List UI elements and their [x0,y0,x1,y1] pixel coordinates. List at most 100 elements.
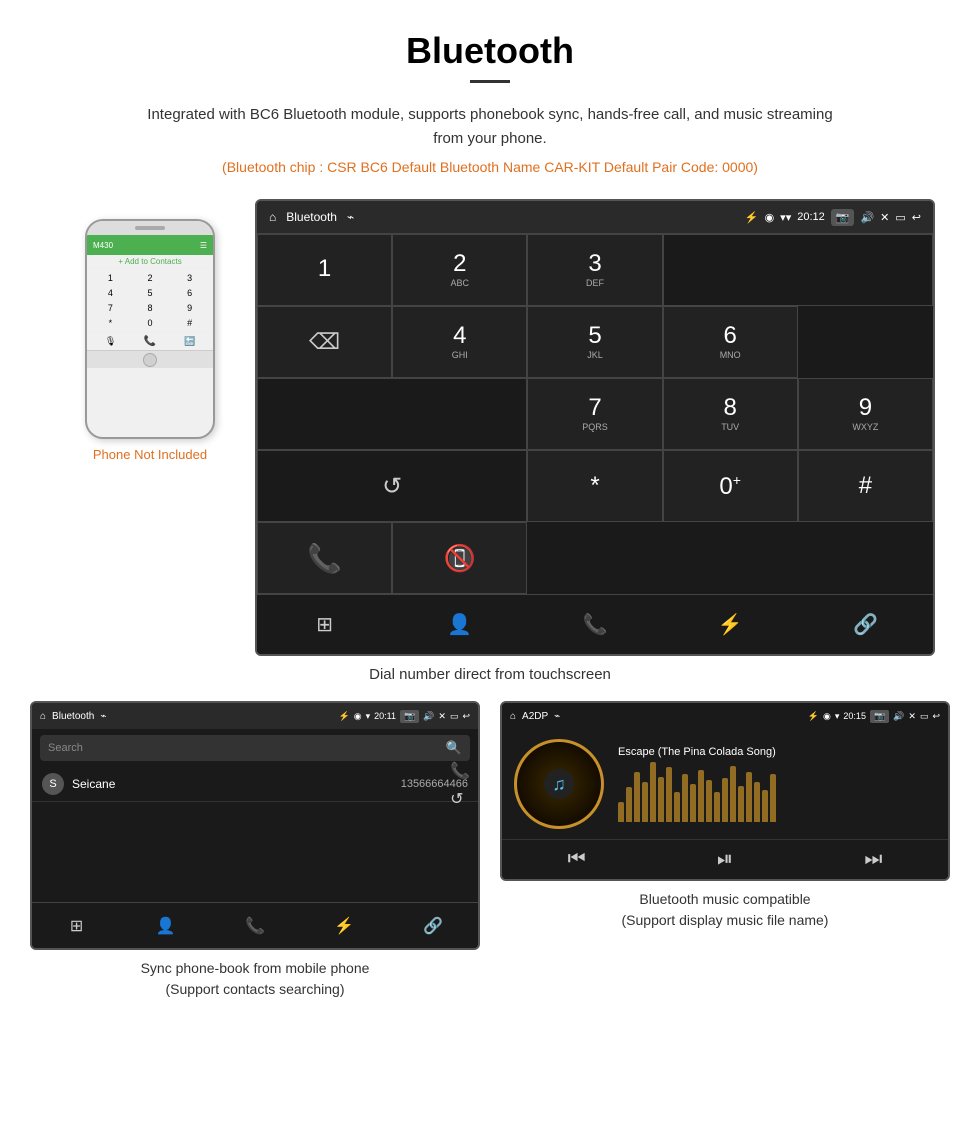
music-cam-icon[interactable]: 📷 [870,710,889,723]
phone-icon[interactable]: 📞 [527,595,662,654]
call-button[interactable]: 📞 [257,522,392,594]
link-icon[interactable]: 🔗 [798,595,933,654]
next-track-icon[interactable]: ⏭ [864,848,882,871]
bottom-screenshots: ⌂ Bluetooth ⌁ ⚡ ◉ ▾ 20:11 📷 🔊 ✕ ▭ ↩ [0,701,980,1000]
music-home-icon[interactable]: ⌂ [510,711,516,722]
album-inner: ♫ [544,769,574,799]
dial-key-1[interactable]: 1 [257,234,392,306]
music-back-icon[interactable]: ↩ [932,711,940,722]
pb-dialpad-icon[interactable]: ⊞ [32,903,121,948]
pb-phone-icon[interactable]: 📞 [210,903,299,948]
dial-key-3[interactable]: 3DEF [527,234,662,306]
pb-sync-icon[interactable]: ↺ [450,789,470,809]
display-area [663,234,933,306]
pb-x-icon[interactable]: ✕ [438,711,446,722]
pb-usb-icon: ⌁ [100,711,106,722]
phone-not-included-label: Phone Not Included [93,447,207,462]
display-area-3: ↺ [257,450,527,522]
pb-screen-icon[interactable]: ▭ [450,711,459,722]
dial-key-hash[interactable]: # [798,450,933,522]
description-text: Integrated with BC6 Bluetooth module, su… [140,103,840,151]
dial-key-0[interactable]: 0+ [663,450,798,522]
pb-bottom-nav: ⊞ 👤 📞 ⚡ 🔗 [32,902,478,948]
back-icon[interactable]: ↩ [912,211,921,224]
dial-key-7[interactable]: 7PQRS [527,378,662,450]
dial-key-5[interactable]: 5JKL [527,306,662,378]
music-card: ⌂ A2DP ⌁ ⚡ ◉ ▾ 20:15 📷 🔊 ✕ ▭ ↩ [500,701,950,1000]
dial-key-6[interactable]: 6MNO [663,306,798,378]
specs-text: (Bluetooth chip : CSR BC6 Default Blueto… [0,159,980,175]
music-screen: ⌂ A2DP ⌁ ⚡ ◉ ▾ 20:15 📷 🔊 ✕ ▭ ↩ [500,701,950,881]
pb-cam-icon[interactable]: 📷 [400,710,419,723]
pb-back-icon[interactable]: ↩ [462,711,470,722]
main-section: M430 ☰ + Add to Contacts 1 2 3 4 5 6 7 8… [0,199,980,656]
bluetooth-menu-icon[interactable]: ⚡ [663,595,798,654]
search-placeholder: Search [48,742,83,754]
dial-key-2[interactable]: 2ABC [392,234,527,306]
pb-time: 20:11 [374,711,396,721]
title-divider [470,80,510,83]
backspace-key[interactable]: ⌫ [257,306,392,378]
music-vol-icon[interactable]: 🔊 [893,711,904,722]
song-title: Escape (The Pina Colada Song) [618,746,936,758]
music-time: 20:15 [843,711,866,721]
contacts-icon[interactable]: 👤 [392,595,527,654]
music-loc-icon: ◉ [823,711,831,722]
usb-icon: ⌁ [347,210,354,224]
dial-key-star[interactable]: * [527,450,662,522]
pb-link-icon[interactable]: 🔗 [389,903,478,948]
music-screen-icon[interactable]: ▭ [920,711,929,722]
contact-name: Seicane [72,777,115,791]
dial-bottom-icons: ⊞ 👤 📞 ⚡ 🔗 [257,594,933,654]
pb-bt-icon: ⚡ [338,711,349,722]
equalizer [618,762,936,822]
dialpad-grid: 1 2ABC 3DEF ⌫ 4GHI 5JKL 6MNO [257,233,933,594]
music-info: Escape (The Pina Colada Song) [618,746,936,822]
end-call-button[interactable]: 📵 [392,522,527,594]
dial-key-8[interactable]: 8TUV [663,378,798,450]
prev-track-icon[interactable]: ⏮ [568,848,586,871]
dial-status-bar: ⌂ Bluetooth ⌁ ⚡ ◉ ▾▾ 20:12 📷 🔊 ✕ ▭ ↩ [257,201,933,233]
dial-key-4[interactable]: 4GHI [392,306,527,378]
pb-vol-icon[interactable]: 🔊 [423,711,434,722]
phone-mockup-area: M430 ☰ + Add to Contacts 1 2 3 4 5 6 7 8… [45,199,255,462]
pb-status-bar: ⌂ Bluetooth ⌁ ⚡ ◉ ▾ 20:11 📷 🔊 ✕ ▭ ↩ [32,703,478,729]
album-art: ♫ [514,739,604,829]
display-area-2 [257,378,527,450]
close-icon[interactable]: ✕ [880,211,889,224]
dial-caption: Dial number direct from touchscreen [0,666,980,683]
signal-icon: ▾▾ [780,211,791,224]
pb-call-side-icon[interactable]: 📞 [450,761,470,781]
pb-contacts-icon[interactable]: 👤 [121,903,210,948]
music-bt-icon: ⚡ [808,711,819,722]
dialpad-icon[interactable]: ⊞ [257,595,392,654]
screen-icon[interactable]: ▭ [895,211,905,224]
search-icon[interactable]: 🔍 [446,740,462,756]
pb-avatar: S [42,773,64,795]
pb-bt-bottom-icon[interactable]: ⚡ [300,903,389,948]
phonebook-caption: Sync phone-book from mobile phone (Suppo… [30,958,480,1000]
pb-search-bar[interactable]: Search 🔍 [40,735,470,761]
music-title: A2DP [522,711,548,722]
status-right: ⚡ ◉ ▾▾ 20:12 📷 🔊 ✕ ▭ ↩ [745,209,921,226]
time-display: 20:12 [797,211,825,223]
pb-home-icon[interactable]: ⌂ [40,711,46,722]
phonebook-card: ⌂ Bluetooth ⌁ ⚡ ◉ ▾ 20:11 📷 🔊 ✕ ▭ ↩ [30,701,480,1000]
play-pause-icon[interactable]: ⏯ [717,848,733,871]
music-x-icon[interactable]: ✕ [908,711,916,722]
pb-contact-row[interactable]: S Seicane 13566664466 [32,767,478,802]
pb-sig-icon: ▾ [366,711,371,722]
dial-key-9[interactable]: 9WXYZ [798,378,933,450]
music-usb-icon: ⌁ [554,711,560,722]
status-left: ⌂ Bluetooth ⌁ [269,210,354,224]
volume-icon[interactable]: 🔊 [860,211,874,224]
pb-title: Bluetooth [52,711,94,722]
music-main-area: ♫ Escape (The Pina Colada Song) [502,729,948,839]
camera-icon[interactable]: 📷 [831,209,855,226]
bluetooth-icon: ⚡ [745,211,759,224]
dial-screen-title: Bluetooth [286,210,337,224]
home-icon[interactable]: ⌂ [269,210,276,224]
phone-mockup: M430 ☰ + Add to Contacts 1 2 3 4 5 6 7 8… [85,219,215,439]
music-controls: ⏮ ⏯ ⏭ [502,839,948,879]
music-sig-icon: ▾ [835,711,840,722]
